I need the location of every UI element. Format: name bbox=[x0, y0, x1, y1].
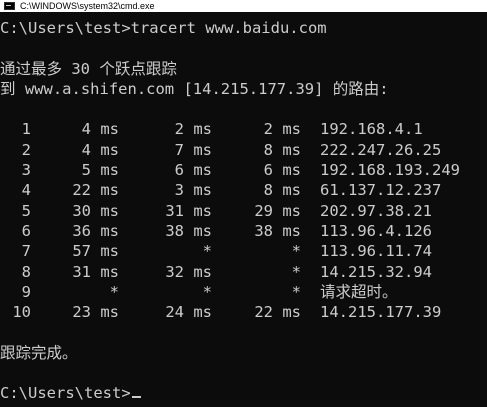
rtt-2: 32 ms bbox=[165, 262, 212, 281]
rtt-3: 2 ms bbox=[263, 120, 301, 139]
rtt-1: 30 ms bbox=[72, 201, 119, 220]
hop-host: 202.97.38.21 bbox=[320, 201, 432, 220]
rtt-3: 22 ms bbox=[254, 303, 301, 322]
prompt-line[interactable]: C:\Users\test> bbox=[0, 383, 487, 403]
hop-row: 7 57 ms * * 113.96.11.74 bbox=[0, 241, 487, 261]
rtt-1: 4 ms bbox=[81, 140, 119, 159]
rtt-3: 8 ms bbox=[263, 181, 301, 200]
rtt-1: 57 ms bbox=[72, 242, 119, 261]
command-line: C:\Users\test>tracert www.baidu.com bbox=[0, 19, 327, 37]
hop-number: 8 bbox=[21, 262, 31, 281]
hop-row: 1 4 ms 2 ms 2 ms 192.168.4.1 bbox=[0, 119, 487, 139]
rtt-3: 6 ms bbox=[263, 161, 301, 180]
rtt-2: 31 ms bbox=[165, 201, 212, 220]
trace-header-route: 到 www.a.shifen.com [14.215.177.39] 的路由: bbox=[0, 79, 389, 98]
hop-host: 14.215.32.94 bbox=[320, 262, 432, 281]
hop-host: 113.96.4.126 bbox=[320, 221, 432, 240]
rtt-2: 6 ms bbox=[174, 161, 212, 180]
hop-row: 8 31 ms 32 ms * 14.215.32.94 bbox=[0, 262, 487, 282]
hop-row: 2 4 ms 7 ms 8 ms 222.247.26.25 bbox=[0, 140, 487, 160]
rtt-2: * bbox=[202, 282, 212, 301]
rtt-1: 22 ms bbox=[72, 181, 119, 200]
hop-host: 14.215.177.39 bbox=[320, 303, 442, 322]
hop-row: 10 23 ms 24 ms 22 ms 14.215.177.39 bbox=[0, 302, 487, 322]
rtt-1: 23 ms bbox=[72, 303, 119, 322]
hop-host: 113.96.11.74 bbox=[320, 242, 432, 261]
rtt-1: 36 ms bbox=[72, 221, 119, 240]
rtt-1: 5 ms bbox=[81, 161, 119, 180]
hop-row: 6 36 ms 38 ms 38 ms 113.96.4.126 bbox=[0, 221, 487, 241]
cmd-icon bbox=[4, 2, 15, 10]
hop-row: 5 30 ms 31 ms 29 ms 202.97.38.21 bbox=[0, 201, 487, 221]
rtt-2: 3 ms bbox=[174, 181, 212, 200]
hop-number: 10 bbox=[12, 303, 31, 322]
window-title: C:\WINDOWS\system32\cmd.exe bbox=[20, 1, 155, 11]
hop-number: 7 bbox=[21, 242, 31, 261]
title-bar[interactable]: C:\WINDOWS\system32\cmd.exe bbox=[0, 0, 487, 12]
rtt-2: 38 ms bbox=[165, 221, 212, 240]
hop-number: 4 bbox=[21, 181, 31, 200]
hop-host: 192.168.193.249 bbox=[320, 161, 460, 180]
hop-host: 192.168.4.1 bbox=[320, 120, 423, 139]
rtt-2: 24 ms bbox=[165, 303, 212, 322]
rtt-3: 38 ms bbox=[254, 221, 301, 240]
hop-host: 222.247.26.25 bbox=[320, 140, 442, 159]
hop-number: 9 bbox=[21, 282, 31, 301]
rtt-1: * bbox=[109, 282, 119, 301]
rtt-3: 29 ms bbox=[254, 201, 301, 220]
rtt-3: 8 ms bbox=[263, 140, 301, 159]
hop-row: 3 5 ms 6 ms 6 ms 192.168.193.249 bbox=[0, 160, 487, 180]
hop-host: 61.137.12.237 bbox=[320, 181, 442, 200]
rtt-1: 31 ms bbox=[72, 262, 119, 281]
rtt-3: * bbox=[291, 282, 301, 301]
rtt-3: * bbox=[291, 242, 301, 261]
rtt-2: * bbox=[202, 242, 212, 261]
hop-row: 9 * * * 请求超时。 bbox=[0, 282, 487, 302]
hop-number: 1 bbox=[21, 120, 31, 139]
rtt-1: 4 ms bbox=[81, 120, 119, 139]
console-output[interactable]: C:\Users\test>tracert www.baidu.com 通过最多… bbox=[0, 18, 487, 407]
cmd-window: C:\WINDOWS\system32\cmd.exe C:\Users\tes… bbox=[0, 0, 487, 407]
text-cursor bbox=[131, 396, 141, 399]
rtt-3: * bbox=[291, 262, 301, 281]
rtt-2: 7 ms bbox=[174, 140, 212, 159]
hop-number: 3 bbox=[21, 161, 31, 180]
hop-number: 2 bbox=[21, 140, 31, 159]
rtt-2: 2 ms bbox=[174, 120, 212, 139]
hop-number: 6 bbox=[21, 221, 31, 240]
hop-number: 5 bbox=[21, 201, 31, 220]
trace-complete: 跟踪完成。 bbox=[0, 343, 78, 362]
hop-row: 4 22 ms 3 ms 8 ms 61.137.12.237 bbox=[0, 180, 487, 200]
hop-host: 请求超时。 bbox=[320, 282, 398, 301]
trace-header-max-hops: 通过最多 30 个跃点跟踪 bbox=[0, 59, 177, 78]
